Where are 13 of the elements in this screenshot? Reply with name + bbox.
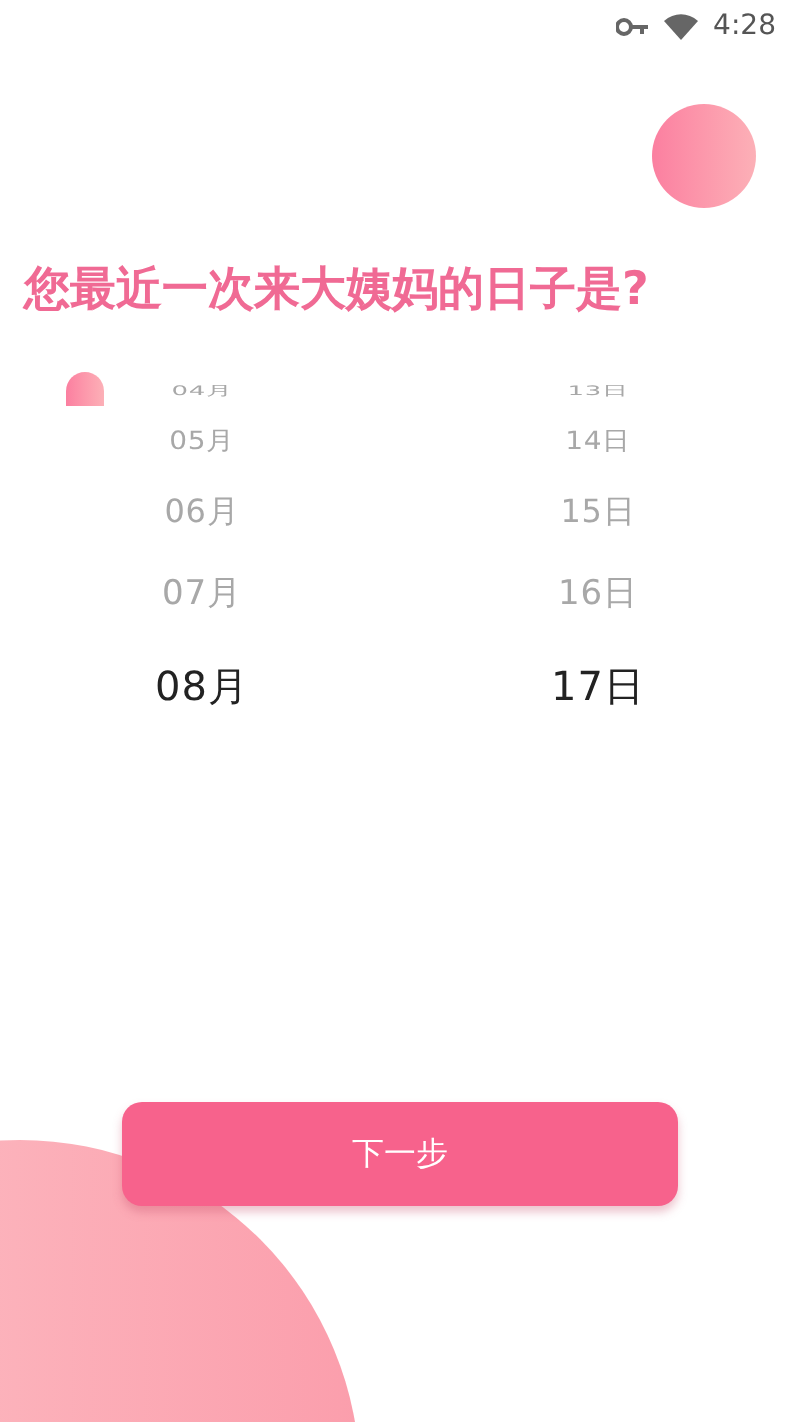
next-button[interactable]: 下一步 (122, 1102, 678, 1206)
picker-item[interactable]: 05月 (169, 429, 235, 455)
picker-item[interactable]: 17日 (551, 666, 645, 706)
picker-item[interactable]: 15日 (560, 496, 636, 528)
wifi-icon (663, 13, 698, 39)
picker-item[interactable]: 16日 (558, 578, 638, 612)
status-time: 4:28 (713, 7, 776, 45)
picker-item[interactable]: 14日 (565, 429, 631, 455)
page-title: 您最近一次来大姨妈的日子是? (24, 262, 651, 320)
picker-item[interactable]: 08月 (155, 666, 249, 706)
picker-item[interactable]: 07月 (162, 578, 242, 612)
picker-item[interactable]: 06月 (164, 496, 240, 528)
key-icon (615, 17, 648, 35)
